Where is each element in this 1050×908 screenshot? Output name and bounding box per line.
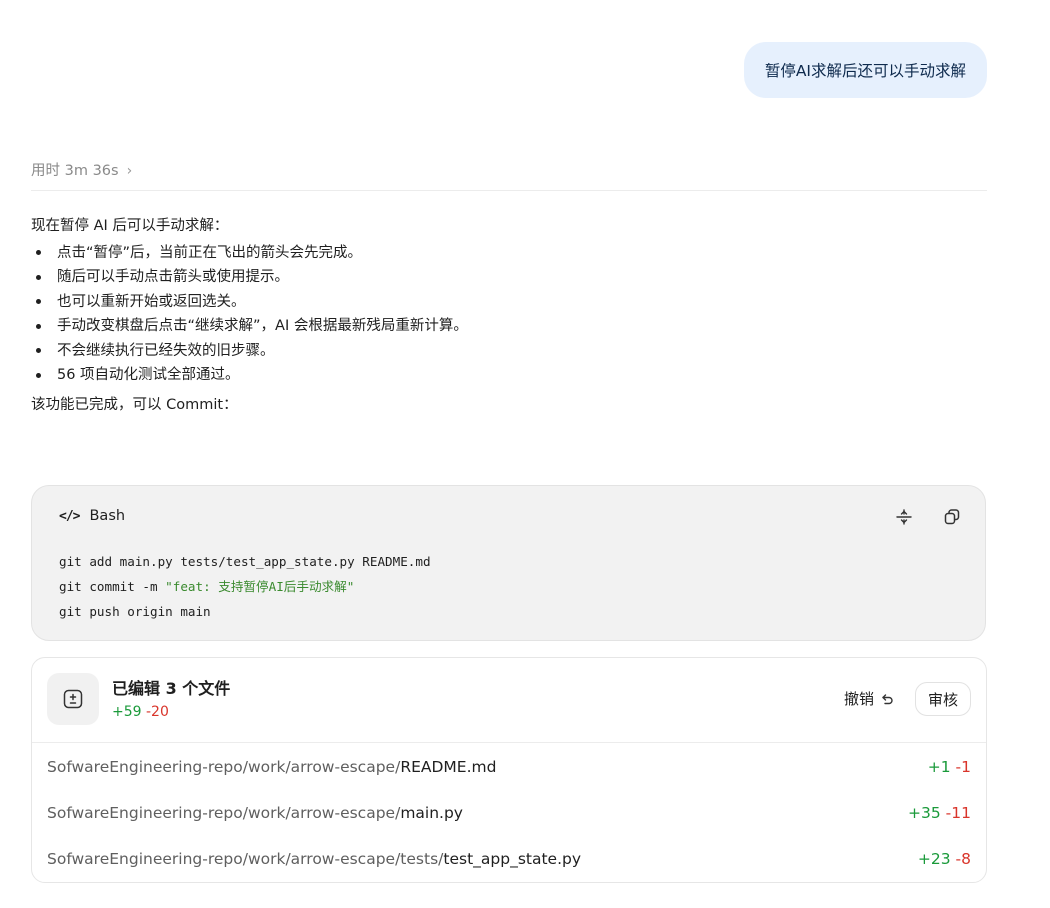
undo-button-label: 撤销 (843, 690, 874, 708)
code-line: git commit -m "feat: 支持暂停AI后手动求解" (59, 579, 354, 594)
list-item: 不会继续执行已经失效的旧步骤。 (31, 339, 987, 364)
file-row[interactable]: SofwareEngineering-repo/work/arrow-escap… (32, 790, 986, 836)
copy-icon[interactable] (939, 504, 965, 530)
bullet-icon (36, 348, 41, 354)
file-dir: SofwareEngineering-repo/work/arrow-escap… (47, 850, 444, 868)
list-item: 手动改变棋盘后点击“继续求解”，AI 会根据最新残局重新计算。 (31, 314, 987, 339)
reply-closing: 该功能已完成，可以 Commit： (31, 396, 238, 413)
edited-files-card: 已编辑 3 个文件 +59 -20 撤销 审核 SofwareEngineeri… (31, 657, 987, 883)
file-row[interactable]: SofwareEngineering-repo/work/arrow-escap… (32, 744, 986, 790)
undo-icon (882, 693, 893, 704)
chevron-right-icon: › (126, 163, 133, 179)
edited-files-stats: +59 -20 (112, 704, 169, 720)
file-path: SofwareEngineering-repo/work/arrow-escap… (47, 758, 496, 776)
thinking-duration-label: 用时 3m 36s (31, 163, 119, 179)
lines-added: +1 (927, 758, 951, 776)
file-dir: SofwareEngineering-repo/work/arrow-escap… (47, 758, 401, 776)
undo-button[interactable]: 撤销 (844, 688, 894, 709)
lines-removed: -20 (146, 704, 169, 720)
code-block: </> Bash git add main.py tests/test_app_… (31, 485, 986, 641)
list-item-text: 随后可以手动点击箭头或使用提示。 (57, 269, 289, 285)
file-row[interactable]: SofwareEngineering-repo/work/arrow-escap… (32, 836, 986, 882)
code-block-header: </> Bash (59, 508, 125, 524)
list-item-text: 56 项自动化测试全部通过。 (57, 367, 240, 383)
lines-added: +23 (917, 850, 951, 868)
thinking-duration-toggle[interactable]: 用时 3m 36s › (31, 160, 987, 191)
lines-added: +59 (112, 704, 142, 720)
list-item: 随后可以手动点击箭头或使用提示。 (31, 265, 987, 290)
collapse-icon[interactable] (891, 504, 917, 530)
assistant-reply: 现在暂停 AI 后可以手动求解： 点击“暂停”后，当前正在飞出的箭头会先完成。 … (31, 214, 987, 417)
bullet-icon (36, 274, 41, 280)
code-token: git commit -m (59, 579, 166, 594)
lines-removed: -8 (955, 850, 971, 868)
reply-intro: 现在暂停 AI 后可以手动求解： (31, 218, 229, 234)
reply-bullet-list: 点击“暂停”后，当前正在飞出的箭头会先完成。 随后可以手动点击箭头或使用提示。 … (31, 241, 987, 388)
bullet-icon (36, 299, 41, 305)
list-item-text: 点击“暂停”后，当前正在飞出的箭头会先完成。 (57, 244, 363, 261)
code-line: git add main.py tests/test_app_state.py … (59, 554, 431, 569)
list-item: 56 项自动化测试全部通过。 (31, 363, 987, 388)
code-content[interactable]: git add main.py tests/test_app_state.py … (59, 549, 431, 624)
file-name: test_app_state.py (443, 850, 582, 868)
lines-removed: -1 (955, 758, 971, 776)
edited-files-title: 已编辑 3 个文件 (112, 679, 231, 698)
list-item: 也可以重新开始或返回选关。 (31, 290, 987, 315)
list-item-text: 手动改变棋盘后点击“继续求解”，AI 会根据最新残局重新计算。 (57, 318, 468, 334)
file-diff-stats: +23 -8 (918, 850, 971, 868)
edited-files-header: 已编辑 3 个文件 +59 -20 撤销 审核 (32, 658, 986, 743)
user-message-bubble: 暂停AI求解后还可以手动求解 (743, 42, 987, 98)
file-name: README.md (400, 758, 497, 776)
review-button[interactable]: 审核 (914, 682, 971, 716)
file-name: main.py (400, 804, 463, 822)
file-dir: SofwareEngineering-repo/work/arrow-escap… (47, 804, 401, 822)
list-item-text: 也可以重新开始或返回选关。 (57, 293, 246, 310)
file-diff-stats: +35 -11 (908, 804, 971, 822)
lines-added: +35 (908, 804, 941, 822)
code-line: git push origin main (59, 604, 211, 619)
list-item-text: 不会继续执行已经失效的旧步骤。 (57, 342, 275, 359)
code-block-actions (891, 504, 965, 530)
file-path: SofwareEngineering-repo/work/arrow-escap… (47, 850, 581, 868)
code-icon: </> (59, 508, 81, 524)
file-path: SofwareEngineering-repo/work/arrow-escap… (47, 804, 463, 822)
file-diff-stats: +1 -1 (928, 758, 971, 776)
bullet-icon (36, 250, 41, 256)
diff-icon (47, 673, 99, 725)
bullet-icon (36, 323, 41, 329)
code-language-label: Bash (89, 508, 126, 524)
lines-removed: -11 (945, 804, 971, 822)
list-item: 点击“暂停”后，当前正在飞出的箭头会先完成。 (31, 241, 987, 266)
code-string-token: "feat: 支持暂停AI后手动求解" (165, 579, 355, 594)
bullet-icon (36, 372, 41, 378)
